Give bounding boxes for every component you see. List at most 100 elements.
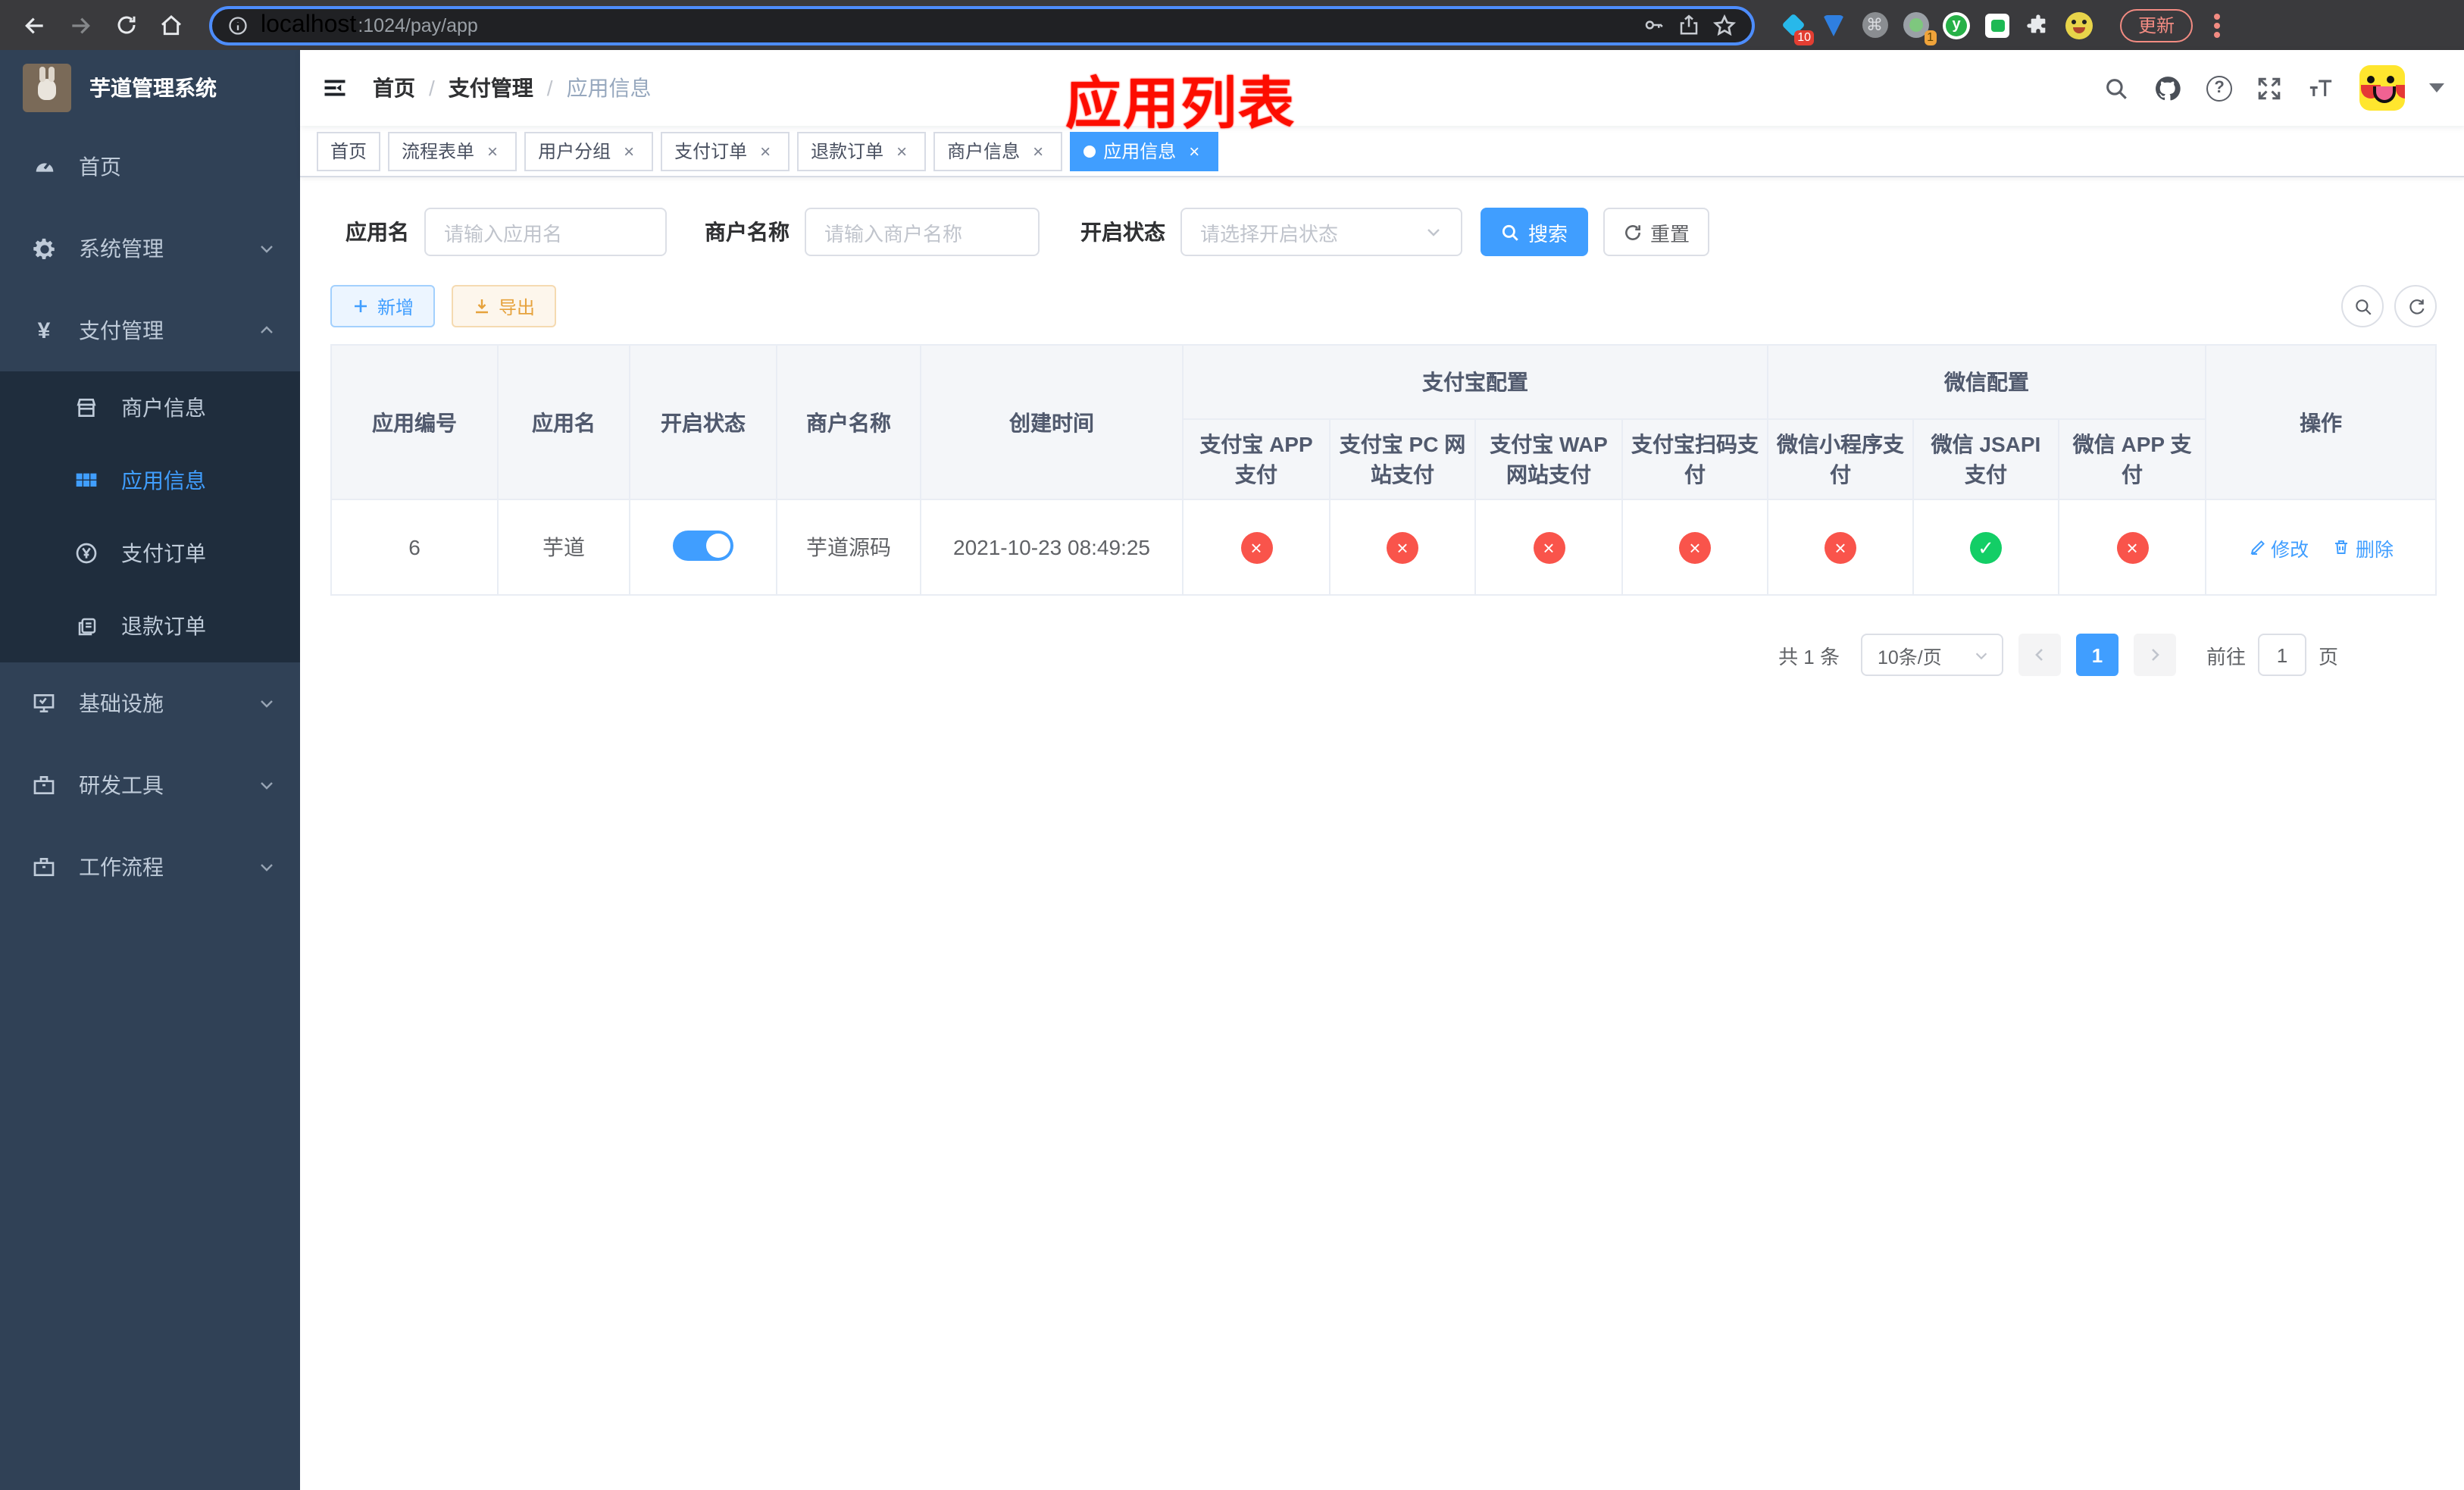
sidebar-item-infrastructure[interactable]: 基础设施 [0, 662, 300, 744]
search-icon[interactable] [2103, 75, 2129, 101]
tab-merchant-info[interactable]: 商户信息 × [933, 131, 1063, 171]
ext-chat-icon[interactable] [1984, 11, 2011, 39]
goto-group: 前往 页 [2206, 634, 2338, 676]
status-badge: × [1825, 531, 1856, 563]
sidebar-item-merchant-info[interactable]: 商户信息 [0, 371, 300, 444]
edit-button[interactable]: 修改 [2248, 533, 2309, 562]
tab-user-group[interactable]: 用户分组 × [524, 131, 654, 171]
app-name-input[interactable]: 请输入应用名 [424, 208, 667, 256]
search-button[interactable]: 搜索 [1481, 208, 1588, 256]
app-navbar: 首页 / 支付管理 / 应用信息 应用列表 ? [300, 50, 2464, 135]
breadcrumb-separator: / [429, 76, 435, 100]
open-status-select[interactable]: 请选择开启状态 [1180, 208, 1462, 256]
sidebar-item-app-info[interactable]: 应用信息 [0, 444, 300, 517]
sidebar-item-label: 商户信息 [121, 396, 206, 420]
close-icon[interactable]: × [482, 140, 503, 161]
ext-pin-icon[interactable]: 10 [1779, 11, 1814, 45]
chevron-down-icon [258, 694, 276, 712]
next-page-button[interactable] [2134, 634, 2176, 676]
search-icon [1502, 224, 1519, 240]
ext-y-icon[interactable]: y [1943, 11, 1970, 39]
grid-icon [73, 468, 100, 493]
sidebar-item-home[interactable]: 首页 [0, 126, 300, 208]
tab-label: 应用信息 [1103, 141, 1177, 162]
tab-home[interactable]: 首页 [317, 131, 381, 171]
sidebar-collapse-icon[interactable] [321, 74, 349, 102]
cell-create-time: 2021-10-23 08:49:25 [920, 499, 1184, 596]
close-icon[interactable]: × [618, 140, 639, 161]
sidebar-item-dev-tools[interactable]: 研发工具 [0, 744, 300, 826]
chat-shape [1985, 13, 2009, 37]
close-icon[interactable]: × [891, 140, 912, 161]
pay-order-icon [73, 541, 100, 565]
page-1-button[interactable]: 1 [2076, 634, 2118, 676]
page-size-value: 10条/页 [1878, 646, 1942, 668]
app-title: 芋道管理系统 [89, 76, 217, 100]
address-bar[interactable]: localhost:1024/pay/app [209, 5, 1755, 45]
export-button[interactable]: 导出 [452, 285, 557, 327]
export-button-label: 导出 [499, 296, 536, 318]
close-icon[interactable]: × [1027, 140, 1049, 161]
tab-process-form[interactable]: 流程表单 × [388, 131, 518, 171]
close-icon[interactable]: × [1184, 140, 1205, 161]
sidebar-item-pay-order[interactable]: 支付订单 [0, 517, 300, 590]
goto-label: 前往 [2206, 645, 2247, 668]
status-badge: × [1240, 531, 1272, 563]
page-size-select[interactable]: 10条/页 [1861, 634, 2003, 676]
avatar-caret-down-icon[interactable] [2429, 83, 2445, 92]
extension-area: 10 ⌘ 1 y [1779, 11, 2093, 45]
monitor-icon [30, 691, 58, 715]
ext-command-icon[interactable]: ⌘ [1861, 11, 1888, 39]
browser-menu-icon[interactable] [2214, 22, 2221, 28]
password-key-icon[interactable] [1643, 14, 1665, 36]
document-icon [73, 615, 100, 637]
sidebar-item-label: 研发工具 [79, 773, 164, 797]
table-tools [2341, 285, 2437, 327]
tab-pay-order[interactable]: 支付订单 × [661, 131, 790, 171]
help-icon[interactable]: ? [2206, 75, 2233, 101]
bookmark-star-icon[interactable] [1712, 13, 1737, 37]
prev-page-button[interactable] [2018, 634, 2061, 676]
browser-back-icon[interactable] [15, 5, 55, 45]
hide-search-icon[interactable] [2341, 285, 2384, 327]
user-avatar[interactable] [2359, 65, 2406, 111]
page-suffix: 页 [2319, 645, 2339, 668]
page-annotation: 应用列表 [1065, 73, 1296, 135]
breadcrumb-home[interactable]: 首页 [373, 73, 415, 103]
sidebar-item-workflow[interactable]: 工作流程 [0, 826, 300, 908]
browser-reload-icon[interactable] [106, 5, 145, 45]
site-info-icon[interactable] [227, 14, 249, 36]
status-toggle[interactable] [673, 530, 733, 560]
tab-refund-order[interactable]: 退款订单 × [797, 131, 927, 171]
breadcrumb-section[interactable]: 支付管理 [449, 73, 533, 103]
sidebar-item-payment[interactable]: ¥ 支付管理 [0, 290, 300, 371]
sidebar-item-system[interactable]: 系统管理 [0, 208, 300, 290]
fullscreen-icon[interactable] [2256, 75, 2282, 101]
ext-puzzle-icon[interactable] [2025, 11, 2052, 39]
share-icon[interactable] [1678, 14, 1700, 36]
reset-button[interactable]: 重置 [1603, 208, 1709, 256]
goto-page-input[interactable] [2258, 634, 2307, 676]
refresh-table-icon[interactable] [2394, 285, 2437, 327]
add-button[interactable]: 新增 [330, 285, 436, 327]
merchant-name-input[interactable]: 请输入商户名称 [805, 208, 1040, 256]
sidebar-item-label: 基础设施 [79, 691, 164, 715]
ext-smiley-icon[interactable] [2065, 11, 2093, 39]
pencil-icon [2250, 540, 2265, 555]
github-icon[interactable] [2153, 74, 2182, 102]
chevron-down-icon [258, 239, 276, 258]
browser-forward-icon[interactable] [61, 5, 100, 45]
font-size-icon[interactable] [2306, 75, 2335, 101]
browser-home-icon[interactable] [152, 5, 191, 45]
sidebar-logo[interactable]: 芋道管理系统 [0, 50, 300, 126]
sidebar-item-label: 支付订单 [121, 541, 206, 565]
close-icon[interactable]: × [755, 140, 776, 161]
ext-gem-icon[interactable] [1820, 11, 1847, 39]
reset-button-label: 重置 [1649, 222, 1690, 245]
col-merchant-name: 商户名称 [776, 344, 921, 500]
browser-update-button[interactable]: 更新 [2120, 8, 2194, 42]
dashboard-icon [30, 154, 58, 180]
sidebar-item-refund-order[interactable]: 退款订单 [0, 590, 300, 662]
ext-recorder-icon[interactable]: 1 [1902, 11, 1937, 45]
delete-button[interactable]: 删除 [2333, 533, 2394, 562]
